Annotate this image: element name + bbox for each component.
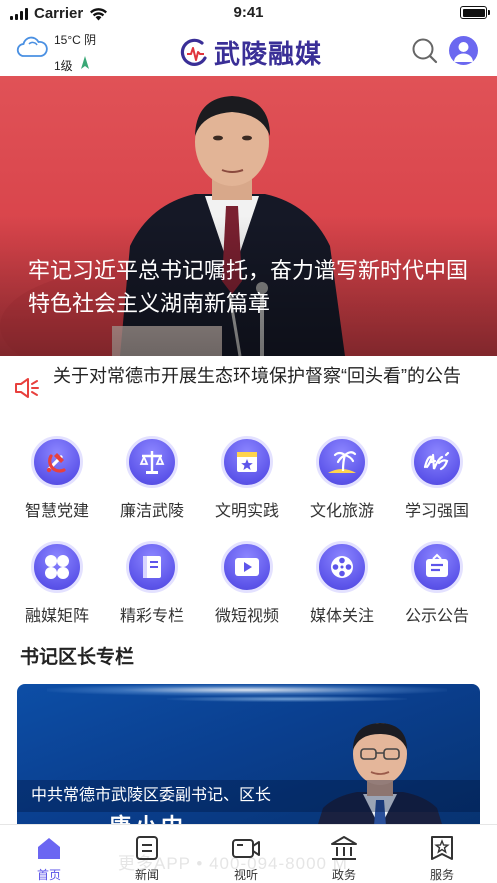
- grid-label: 媒体关注: [309, 608, 374, 625]
- bulletin-icon: [411, 541, 463, 593]
- hero-headline[interactable]: 牢记习近平总书记嘱托，奋力谱写新时代中国特色社会主义湖南新篇章: [28, 254, 476, 320]
- grid-label: 学习强国: [404, 503, 469, 520]
- speaker-icon: [15, 378, 39, 398]
- app-name: 武陵融媒: [214, 39, 323, 69]
- grid-item-clean-wuling[interactable]: 廉洁武陵: [105, 436, 199, 521]
- tab-home[interactable]: 首页: [14, 834, 84, 883]
- camera-icon: [211, 834, 281, 862]
- grid-label: 融媒矩阵: [24, 608, 89, 625]
- user-icon: [454, 42, 473, 62]
- grid-item-smart-party[interactable]: 智慧党建: [10, 436, 104, 521]
- grid-item-civilization[interactable]: 文明实践: [200, 436, 294, 521]
- grid-item-media-attention[interactable]: 媒体关注: [295, 541, 389, 626]
- home-icon: [14, 834, 84, 862]
- grid-label: 廉洁武陵: [119, 503, 184, 520]
- notice-bar[interactable]: 关于对常德市开展生态环境保护督察“回头看”的公告: [0, 358, 497, 420]
- search-icon[interactable]: [411, 37, 438, 64]
- app-header: 15°C 阴 1级 武陵融媒: [0, 26, 497, 76]
- grid-label: 微短视频: [214, 608, 279, 625]
- scales-icon: [126, 436, 178, 488]
- book-icon: [126, 541, 178, 593]
- grid-item-featured-column[interactable]: 精彩专栏: [105, 541, 199, 626]
- hero-banner[interactable]: 牢记习近平总书记嘱托，奋力谱写新时代中国特色社会主义湖南新篇章: [0, 76, 497, 356]
- film-reel-icon: [316, 541, 368, 593]
- tab-label: 新闻: [134, 868, 159, 882]
- user-avatar-button[interactable]: [449, 36, 478, 65]
- grid-item-media-matrix[interactable]: 融媒矩阵: [10, 541, 104, 626]
- tab-label: 服务: [429, 868, 454, 882]
- logo-mark-icon: [180, 38, 207, 66]
- tab-government[interactable]: 政务: [309, 834, 379, 883]
- card-light-decoration: [47, 684, 447, 696]
- grid-label: 文明实践: [214, 503, 279, 520]
- hammer-sickle-icon: [31, 436, 83, 488]
- tab-label: 政务: [331, 868, 356, 882]
- leader-photo: [315, 723, 445, 834]
- status-time: 9:41: [233, 4, 264, 21]
- bottom-tab-bar: 更多APP • 400-094-8000 M 首页 新闻 视听 政务 服务: [0, 824, 497, 883]
- status-bar: Carrier 9:41: [0, 0, 497, 26]
- grid-label: 文化旅游: [309, 503, 374, 520]
- wind-direction-icon: [81, 56, 89, 69]
- star-banner-icon: [221, 436, 273, 488]
- wind-level-label: 1级: [54, 59, 73, 73]
- card-subtitle: 中共常德市武陵区委副书记、区长: [31, 787, 272, 804]
- four-dots-icon: [31, 541, 83, 593]
- tab-audiovisual[interactable]: 视听: [211, 834, 281, 883]
- video-play-icon: [221, 541, 273, 593]
- tab-label: 视听: [233, 868, 258, 882]
- section-title: 书记区长专栏: [20, 647, 135, 668]
- grid-item-study[interactable]: 学习强国: [390, 436, 484, 521]
- tab-label: 首页: [36, 868, 61, 882]
- battery-icon: [460, 6, 490, 19]
- grid-item-culture-tourism[interactable]: 文化旅游: [295, 436, 389, 521]
- palm-island-icon: [316, 436, 368, 488]
- notice-text[interactable]: 关于对常德市开展生态环境保护督察“回头看”的公告: [53, 364, 483, 389]
- leader-column-card[interactable]: 中共常德市武陵区委副书记、区长 唐小中: [17, 684, 480, 834]
- grid-label: 公示公告: [404, 608, 469, 625]
- government-icon: [309, 834, 379, 862]
- grid-item-short-video[interactable]: 微短视频: [200, 541, 294, 626]
- tab-service[interactable]: 服务: [407, 834, 477, 883]
- card-light-decoration: [167, 696, 407, 702]
- tab-news[interactable]: 新闻: [112, 834, 182, 883]
- cloudy-weather-icon: [16, 36, 48, 57]
- service-icon: [407, 834, 477, 862]
- app-logo: 武陵融媒: [180, 34, 322, 71]
- grid-label: 智慧党建: [24, 503, 89, 520]
- grid-item-public-notice[interactable]: 公示公告: [390, 541, 484, 626]
- news-icon: [112, 834, 182, 862]
- study-icon: [411, 436, 463, 488]
- temperature-label: 15°C 阴: [54, 33, 97, 47]
- grid-label: 精彩专栏: [119, 608, 184, 625]
